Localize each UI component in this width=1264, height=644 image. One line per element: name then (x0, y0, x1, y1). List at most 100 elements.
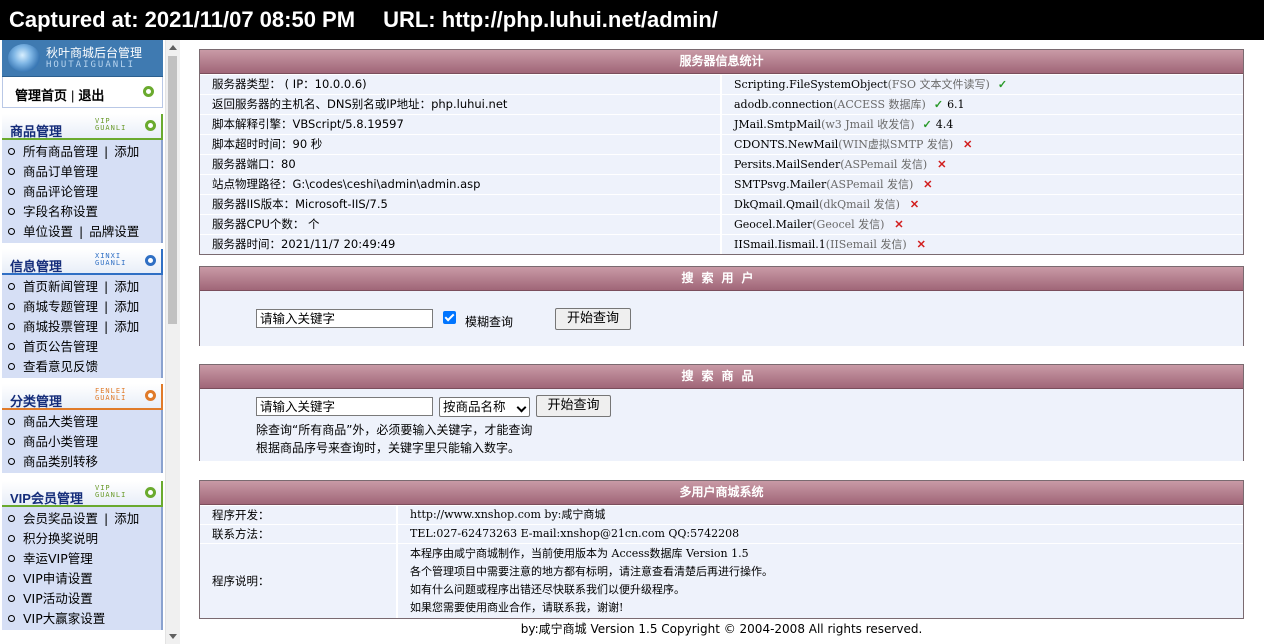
menu-item-lucky-vip[interactable]: 幸运VIP管理 (2, 549, 161, 569)
bullet-icon (8, 615, 15, 622)
menu-item-feedback[interactable]: 查看意见反馈 (2, 357, 161, 377)
bullet-icon (8, 283, 15, 290)
section-items: 会员奖品设置 | 添加 积分换奖说明 幸运VIP管理 VIP申请设置 VIP活动设置… (2, 507, 163, 630)
left-frame: 秋叶商城后台管理 HOUTAIGUANLI 管理首页 | 退出 商品管理 VIP GU… (0, 40, 180, 644)
section-header-product[interactable]: 商品管理 VIP GUANLI (2, 114, 163, 140)
menu-item-prizes: 会员奖品设置 | 添加 (2, 509, 161, 529)
product-search-title: 搜索商品 (200, 365, 1243, 389)
bullet-icon (8, 148, 15, 155)
server-row: 脚本解释引擎：VBScript/5.8.19597 JMail.SmtpMail(… (200, 114, 1243, 134)
menu-item-topics: 商城专题管理 | 添加 (2, 297, 161, 317)
section-items: 首页新闻管理 | 添加 商城专题管理 | 添加 商城投票管理 | 添加 首页公告管理 查看意… (2, 275, 163, 378)
description-line: 如有什么问题或程序出错还尽快联系我们以便升级程序。 (410, 583, 685, 596)
cross-icon: ✕ (963, 138, 973, 151)
menu-item-units-brands: 单位设置 | 品牌设置 (2, 222, 161, 242)
description-row: 程序说明： 本程序由咸宁商城制作，当前使用版本为 Access数据库 Versi… (200, 543, 1243, 618)
section-items: 所有商品管理 | 添加 商品订单管理 商品评论管理 字段名称设置 单位设置 | 品牌设置 (2, 140, 163, 243)
menu-item-news: 首页新闻管理 | 添加 (2, 277, 161, 297)
bullet-icon (8, 595, 15, 602)
section-toggle-icon[interactable] (145, 120, 156, 131)
section-title: VIP会员管理 (10, 491, 83, 506)
section-category: 分类管理 FENLEI GUANLI 商品大类管理 商品小类管理 商品类别转移 (2, 384, 163, 473)
section-toggle-icon[interactable] (145, 487, 156, 498)
section-toggle-icon[interactable] (145, 255, 156, 266)
section-subtitle: FENLEI GUANLI (95, 387, 127, 402)
section-header-vip[interactable]: VIP会员管理 VIP GUANLI (2, 481, 163, 507)
contact-row: 联系方法： TEL:027-62473263 E-mail:xnshop@21c… (200, 524, 1243, 543)
check-icon: ✓ (922, 118, 932, 131)
server-row: 服务器类型： ( IP：10.0.0.6) Scripting.FileSyste… (200, 74, 1243, 94)
bullet-icon (8, 303, 15, 310)
capture-time: Captured at: 2021/11/07 08:50 PM (9, 7, 356, 32)
menu-item-small-category[interactable]: 商品小类管理 (2, 432, 161, 452)
home-toggle-icon[interactable] (143, 86, 154, 97)
bullet-icon (8, 343, 15, 350)
menu-item-points[interactable]: 积分换奖说明 (2, 529, 161, 549)
dev-row: 程序开发： http://www.xnshop.com by:咸宁商城 (200, 505, 1243, 524)
scrollbar-thumb[interactable] (168, 56, 177, 324)
user-search-button[interactable]: 开始查询 (555, 308, 631, 330)
cross-icon: ✕ (909, 198, 920, 211)
menu-item-votes: 商城投票管理 | 添加 (2, 317, 161, 337)
section-toggle-icon[interactable] (145, 390, 156, 401)
server-info-panel: 服务器信息统计 服务器类型： ( IP：10.0.0.6) Scripting.F… (199, 49, 1244, 255)
bullet-icon (8, 208, 15, 215)
section-header-category[interactable]: 分类管理 FENLEI GUANLI (2, 384, 163, 410)
section-subtitle: VIP GUANLI (95, 484, 127, 499)
server-info-title: 服务器信息统计 (200, 50, 1243, 74)
bullet-icon (8, 188, 15, 195)
cross-icon: ✕ (923, 178, 933, 191)
server-row: 服务器时间：2021/11/7 20:49:49 IISmail.Iismail.… (200, 234, 1243, 254)
server-row: 服务器CPU个数： 个 Geocel.Mailer(Geocel 发信) ✕ (200, 214, 1243, 234)
section-title: 商品管理 (10, 124, 63, 139)
description-line: 如果您需要使用商业合作，请联系我，谢谢! (410, 601, 624, 614)
system-info-panel: 多用户商城系统 程序开发： http://www.xnshop.com by:咸… (199, 480, 1244, 619)
section-vip: VIP会员管理 VIP GUANLI 会员奖品设置 | 添加 积分换奖说明 幸运VIP… (2, 481, 163, 630)
scroll-down-arrow-icon[interactable] (169, 634, 177, 639)
home-separator: | (71, 88, 75, 103)
server-row: 站点物理路径：G:\codes\ceshi\admin\admin.asp SMT… (200, 174, 1243, 194)
bullet-icon (8, 363, 15, 370)
section-items: 商品大类管理 商品小类管理 商品类别转移 (2, 410, 163, 473)
menu-item-reviews[interactable]: 商品评论管理 (2, 182, 161, 202)
menu-item-category-move[interactable]: 商品类别转移 (2, 452, 161, 472)
logo-title: 秋叶商城后台管理 (46, 46, 143, 60)
cross-icon: ✕ (937, 158, 947, 171)
check-icon: ✓ (997, 78, 1008, 91)
user-search-panel: 搜索用户 请输入关键字 模糊查询 开始查询 (199, 266, 1244, 346)
product-search-panel: 搜索商品 请输入关键字 按商品名称 开始查询 除查询“所有商品”外，必须要输入关… (199, 364, 1244, 461)
section-info: 信息管理 XINXI GUANLI 首页新闻管理 | 添加 商城专题管理 | 添加 商城投… (2, 249, 163, 378)
menu-item-vip-activity[interactable]: VIP活动设置 (2, 589, 161, 609)
server-row: 返回服务器的主机名、DNS别名或IP地址：php.luhui.net adodb.… (200, 94, 1243, 114)
scroll-up-arrow-icon[interactable] (169, 45, 177, 50)
cross-icon: ✕ (894, 218, 904, 231)
logo-subtitle: HOUTAIGUANLI (46, 60, 136, 70)
fuzzy-search-checkbox[interactable] (443, 311, 456, 324)
product-search-input[interactable]: 请输入关键字 (256, 397, 433, 416)
sidebar-scrollbar[interactable] (165, 40, 180, 644)
user-search-input[interactable]: 请输入关键字 (256, 309, 433, 328)
product-search-button[interactable]: 开始查询 (536, 395, 611, 417)
menu-item-vip-apply[interactable]: VIP申请设置 (2, 569, 161, 589)
admin-logo: 秋叶商城后台管理 HOUTAIGUANLI (2, 40, 163, 77)
menu-item-big-category[interactable]: 商品大类管理 (2, 412, 161, 432)
logo-icon (8, 44, 40, 72)
menu-item-notices[interactable]: 首页公告管理 (2, 337, 161, 357)
section-title: 分类管理 (10, 394, 63, 409)
section-header-info[interactable]: 信息管理 XINXI GUANLI (2, 249, 163, 275)
logout-link[interactable]: 退出 (78, 88, 104, 103)
check-icon: ✓ (933, 98, 944, 111)
menu-item-vip-winner[interactable]: VIP大赢家设置 (2, 609, 161, 629)
capture-banner: Captured at: 2021/11/07 08:50 PM URL: htt… (0, 0, 1264, 40)
section-subtitle: XINXI GUANLI (95, 252, 127, 267)
product-search-field-select[interactable]: 按商品名称 (439, 397, 530, 417)
description-line: 各个管理项目中需要注意的地方都有标明，请注意查看清楚后再进行操作。 (410, 565, 773, 578)
menu-item-fields[interactable]: 字段名称设置 (2, 202, 161, 222)
server-info-rows: 服务器类型： ( IP：10.0.0.6) Scripting.FileSyste… (200, 74, 1243, 254)
home-link[interactable]: 管理首页 (15, 88, 67, 103)
section-subtitle: VIP GUANLI (95, 117, 127, 132)
fuzzy-search-label: 模糊查询 (465, 315, 514, 329)
bullet-icon (8, 458, 15, 465)
description-line: 本程序由咸宁商城制作，当前使用版本为 Access数据库 Version 1.5 (410, 547, 749, 560)
menu-item-orders[interactable]: 商品订单管理 (2, 162, 161, 182)
